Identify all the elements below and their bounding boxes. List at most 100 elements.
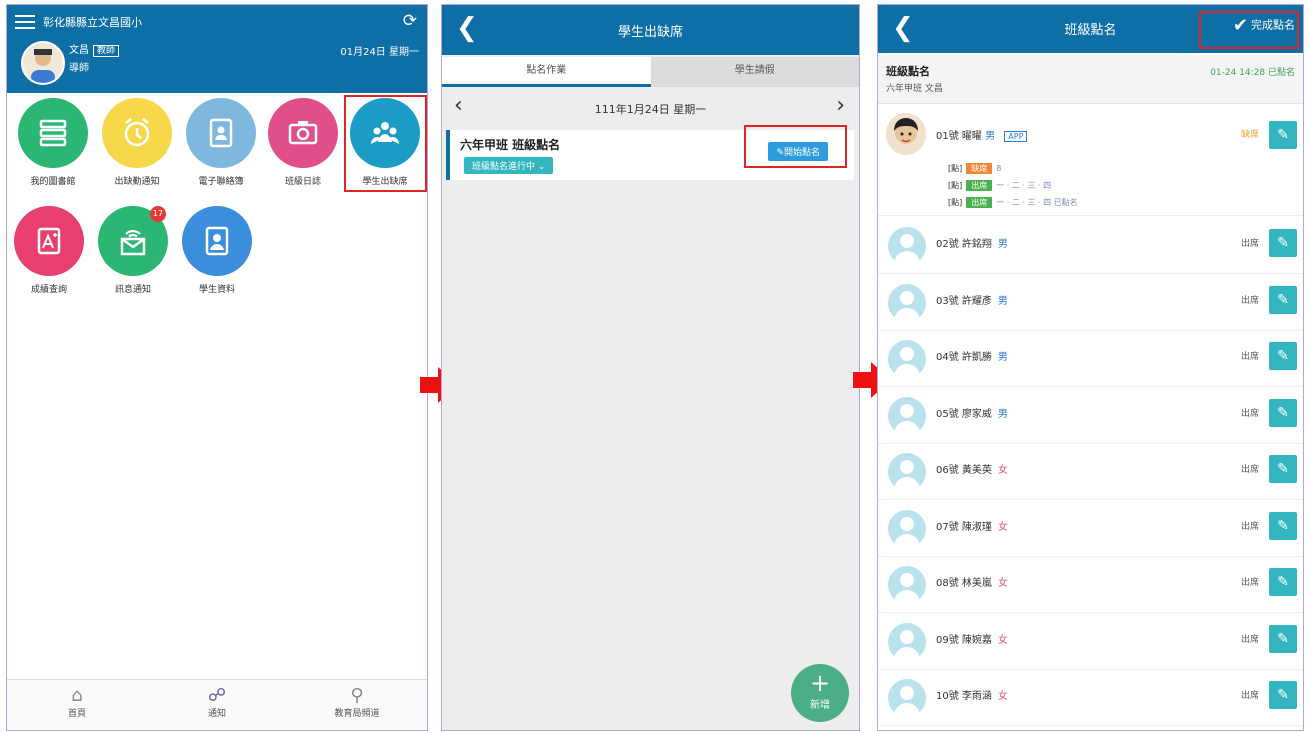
student-row[interactable]: 02號 許銘翔男 出席 ✎ [878,217,1303,274]
student-row[interactable]: 04號 許凱勝男 出席 ✎ [878,330,1303,387]
attendance-screen: ❮ 學生出缺席 點名作業 學生請假 ‹ 111年1月24日 星期一 › 六年甲班… [441,4,860,731]
student-name: 03號 許耀彥男 [936,292,1008,307]
app-contact-book[interactable]: 電子聯絡簿 [179,98,263,187]
edit-button[interactable]: ✎ [1269,568,1297,596]
gender-icon: 女 [997,521,1008,533]
nav-home[interactable]: ⌂ 首頁 [7,680,147,730]
student-row[interactable]: 08號 林美嵐女 出席 ✎ [878,556,1303,613]
attendance-status: 出席 [1240,239,1259,249]
highlight-box [744,125,847,168]
log-prefix: [點] [948,181,963,190]
nav-notify[interactable]: ☍ 通知 [147,680,287,730]
menu-icon[interactable] [15,15,35,29]
student-name: 05號 廖家威男 [936,405,1008,420]
app-grades[interactable]: 成績查詢 [7,206,91,295]
edit-button[interactable]: ✎ [1269,229,1297,257]
app-library[interactable]: 我的圖書館 [11,98,95,187]
student-row[interactable]: 09號 陳婉嘉女 出席 ✎ [878,613,1303,670]
app-messages[interactable]: 17 訊息通知 [91,206,175,295]
info-class: 六年甲班 文昌 [886,84,943,94]
page-title: 學生出缺席 [617,25,683,40]
log-prefix: [點] [948,198,963,207]
attendance-status: 出席 [1240,408,1259,419]
attendance-status: 出席 [1240,465,1259,475]
gender-icon: 男 [997,352,1008,363]
student-row[interactable]: 07號 陳淑瑾女 出席 ✎ [878,500,1303,557]
avatar-icon [888,679,926,717]
edit-button[interactable]: ✎ [1269,398,1297,427]
student-row[interactable]: 10號 李雨涵女 出席 ✎ [878,669,1303,726]
attendance-status: 出席 [1240,521,1259,532]
nav-label: 通知 [207,709,226,719]
library-icon [18,98,88,168]
edit-button[interactable]: ✎ [1269,681,1297,709]
tab-bar: 點名作業 學生請假 [442,57,859,87]
log-text: 一 · 二 · 三 · 四 已點名 [996,198,1078,207]
student-row[interactable]: 05號 廖家威男 出席 ✎ [878,387,1303,444]
app-label: 成績查詢 [30,285,67,295]
gender-icon: 女 [997,578,1008,589]
student-row[interactable]: 01號 曜曜 男 APP 缺席 ✎ [點] 缺席 8 [點] 出席一 · 二 · 三 … [878,105,1303,216]
app-label: 電子聯絡簿 [198,177,244,187]
highlight-box [344,95,427,192]
add-button[interactable]: + 新增 [791,664,849,722]
app-label: 我的圖書館 [30,177,76,187]
class-rollcall-screen: ❮ 班級點名 ✔ 完成點名 班級點名 六年甲班 文昌 01-24 14:28 已點… [877,4,1304,731]
seat-number: 03號 [936,295,959,307]
date-bar: ‹ 111年1月24日 星期一 › [442,93,859,123]
broadcast-icon: ⚲ [350,685,364,706]
edit-button[interactable]: ✎ [1269,285,1297,314]
log-text: 一 · 二 · 三 · 四 [996,181,1052,190]
student-data-icon [182,206,252,276]
app-attendance-notice[interactable]: 出缺勤通知 [95,98,179,187]
attendance-status: 出席 [1240,352,1259,362]
attendance-header: ❮ 學生出缺席 [442,5,859,55]
edit-button[interactable]: ✎ [1269,624,1297,653]
seat-number: 08號 [936,578,959,589]
mail-icon: 17 [98,206,168,276]
seat-number: 10號 [936,691,959,702]
app-badge: APP [1004,131,1028,142]
log-tag: 出席 [966,180,993,191]
plus-icon: + [809,669,831,697]
user-info: 文昌 教師 [69,41,120,57]
student-name: 10號 李雨涵女 [936,687,1008,702]
seat-number: 01號 [936,131,959,142]
attendance-status: 缺席 [1240,130,1259,140]
edit-button[interactable]: ✎ [1269,121,1297,149]
nav-channel[interactable]: ⚲ 教育局頻道 [287,680,427,730]
edit-button[interactable]: ✎ [1269,342,1297,370]
rollcall-info: 班級點名 六年甲班 文昌 01-24 14:28 已點名 [878,55,1303,104]
attendance-status: 出席 [1240,634,1259,645]
name-text: 林美嵐 [961,578,992,589]
notification-badge: 17 [150,206,166,222]
app-class-diary[interactable]: 班級日誌 [261,98,345,187]
student-name: 04號 許凱勝男 [936,348,1008,363]
edit-button[interactable]: ✎ [1269,511,1297,540]
name-text: 廖家威 [961,408,992,420]
app-student-data[interactable]: 學生資料 [175,206,259,295]
gender-icon: 女 [997,634,1008,646]
log-tag: 缺席 [966,163,993,174]
next-date-icon[interactable]: › [836,93,845,118]
student-row[interactable]: 06號 黃美英女 出席 ✎ [878,443,1303,500]
status-text: 班級點名進行中 [472,162,536,172]
app-label: 出缺勤通知 [114,177,160,187]
edit-button[interactable]: ✎ [1269,455,1297,483]
seat-number: 07號 [936,521,959,533]
avatar-icon [888,509,926,548]
gender-icon: 男 [997,408,1008,420]
current-date: 111年1月24日 星期一 [594,103,707,116]
user-tag: 教師 [93,45,120,57]
log-prefix: [點] [948,164,963,173]
refresh-icon[interactable]: ⟳ [403,11,417,31]
avatar-icon [888,453,926,491]
avatar[interactable] [21,41,65,85]
tab-leave[interactable]: 學生請假 [650,57,859,87]
student-row[interactable]: 03號 許耀彥男 出席 ✎ [878,274,1303,331]
tab-rollcall[interactable]: 點名作業 [442,57,651,87]
status-badge: 班級點名進行中 ⌄ [464,157,554,174]
attendance-status: 出席 [1240,691,1259,701]
app-label: 訊息通知 [114,285,151,295]
info-time: 01-24 14:28 已點名 [1210,68,1295,78]
